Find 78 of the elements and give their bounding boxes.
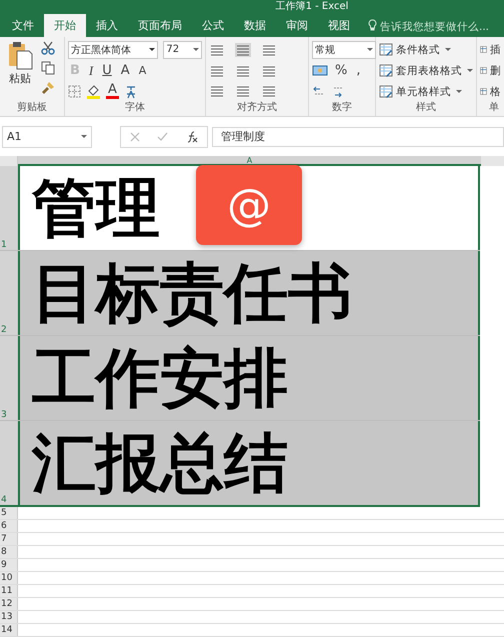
- ribbon-tab[interactable]: 开始: [44, 14, 86, 37]
- align-icon[interactable]: [261, 64, 277, 78]
- group-label: 样式: [415, 101, 437, 116]
- italic-button[interactable]: I: [86, 62, 96, 79]
- brush-icon[interactable]: [41, 80, 55, 95]
- align-icon[interactable]: [235, 42, 251, 57]
- function-icon[interactable]: [186, 130, 198, 143]
- paste-icon[interactable]: [7, 40, 33, 71]
- group-label: 字体: [124, 101, 146, 116]
- group-label: 单: [488, 101, 500, 116]
- align-icon[interactable]: [261, 42, 277, 57]
- row-header[interactable]: 3: [0, 336, 18, 420]
- row-header[interactable]: 9: [0, 559, 18, 571]
- align-icon[interactable]: [235, 84, 251, 98]
- borders-icon[interactable]: [68, 85, 81, 98]
- row-header[interactable]: 2: [0, 251, 18, 335]
- ribbon-tab[interactable]: 视图: [318, 14, 360, 37]
- tell-me-field[interactable]: 告诉我您想要做什么...: [380, 16, 492, 37]
- row-header[interactable]: 13: [0, 611, 18, 623]
- row-header[interactable]: 4: [0, 421, 18, 505]
- row-header[interactable]: 5: [0, 507, 18, 519]
- cells-menu-button[interactable]: 格: [480, 82, 501, 101]
- name-box[interactable]: A1: [2, 126, 92, 148]
- cell-text: 汇报总结: [32, 426, 288, 502]
- cell-text: 工作安排: [32, 340, 288, 418]
- fill-color-icon[interactable]: [86, 84, 101, 100]
- styles-menu-button[interactable]: 套用表格格式: [379, 62, 473, 80]
- cell-text: 管理: [32, 170, 160, 248]
- window-title: 工作簿1 - Excel: [276, 0, 348, 13]
- shrink-font-button[interactable]: A: [136, 62, 148, 79]
- align-icon[interactable]: [235, 64, 251, 78]
- number-format-dropdown[interactable]: 常规: [312, 40, 376, 59]
- row-header[interactable]: 11: [0, 585, 18, 597]
- row-header[interactable]: 14: [0, 624, 18, 636]
- column-header[interactable]: A: [18, 156, 481, 166]
- font-name-dropdown[interactable]: 方正黑体简体: [68, 40, 158, 59]
- group-label: 对齐方式: [236, 101, 278, 116]
- decrease-decimal-icon[interactable]: [331, 85, 345, 98]
- group-label: 数字: [331, 101, 353, 116]
- ribbon-tab[interactable]: 公式: [192, 14, 234, 37]
- row-header[interactable]: 10: [0, 572, 18, 584]
- at-sign-badge: @: [196, 165, 302, 245]
- scissors-icon[interactable]: [41, 40, 55, 55]
- group-label: 剪贴板: [16, 101, 48, 116]
- cells-menu-button[interactable]: 删: [480, 62, 501, 80]
- ribbon-tab[interactable]: 审阅: [276, 14, 318, 37]
- check-icon[interactable]: [157, 132, 168, 142]
- row-header[interactable]: 6: [0, 520, 18, 532]
- align-icon[interactable]: [261, 84, 277, 98]
- align-icon[interactable]: [209, 64, 225, 78]
- font-color-button[interactable]: A: [106, 84, 119, 100]
- formula-field[interactable]: 管理制度: [212, 126, 504, 147]
- align-icon[interactable]: [209, 84, 225, 98]
- table-style-icon: [379, 85, 393, 98]
- ribbon-tab[interactable]: 数据: [234, 14, 276, 37]
- row-header[interactable]: 1: [0, 166, 18, 250]
- ribbon-tab[interactable]: 页面布局: [128, 14, 192, 37]
- lightbulb-icon: [368, 18, 377, 31]
- styles-menu-button[interactable]: 条件格式: [379, 40, 473, 59]
- percent-button[interactable]: %: [333, 62, 350, 79]
- comma-button[interactable]: ,: [354, 62, 362, 79]
- underline-button[interactable]: U: [100, 62, 114, 79]
- table-style-icon: [379, 64, 393, 78]
- ribbon-tab[interactable]: 插入: [86, 14, 128, 37]
- row-header[interactable]: 8: [0, 546, 18, 558]
- currency-icon[interactable]: [312, 64, 328, 78]
- styles-menu-button[interactable]: 单元格样式: [379, 82, 473, 101]
- table-style-icon: [379, 43, 393, 56]
- ribbon-tab[interactable]: 文件: [2, 14, 44, 37]
- cells-menu-button[interactable]: 插: [480, 40, 501, 59]
- grow-font-button[interactable]: A: [118, 62, 132, 79]
- copy-icon[interactable]: [41, 60, 55, 75]
- cell-text: 目标责任书: [32, 256, 352, 332]
- row-header[interactable]: 12: [0, 598, 18, 610]
- row-header[interactable]: 7: [0, 533, 18, 545]
- paste-label[interactable]: 粘贴: [9, 70, 31, 86]
- align-icon[interactable]: [209, 42, 225, 57]
- font-size-dropdown[interactable]: 72: [163, 40, 202, 59]
